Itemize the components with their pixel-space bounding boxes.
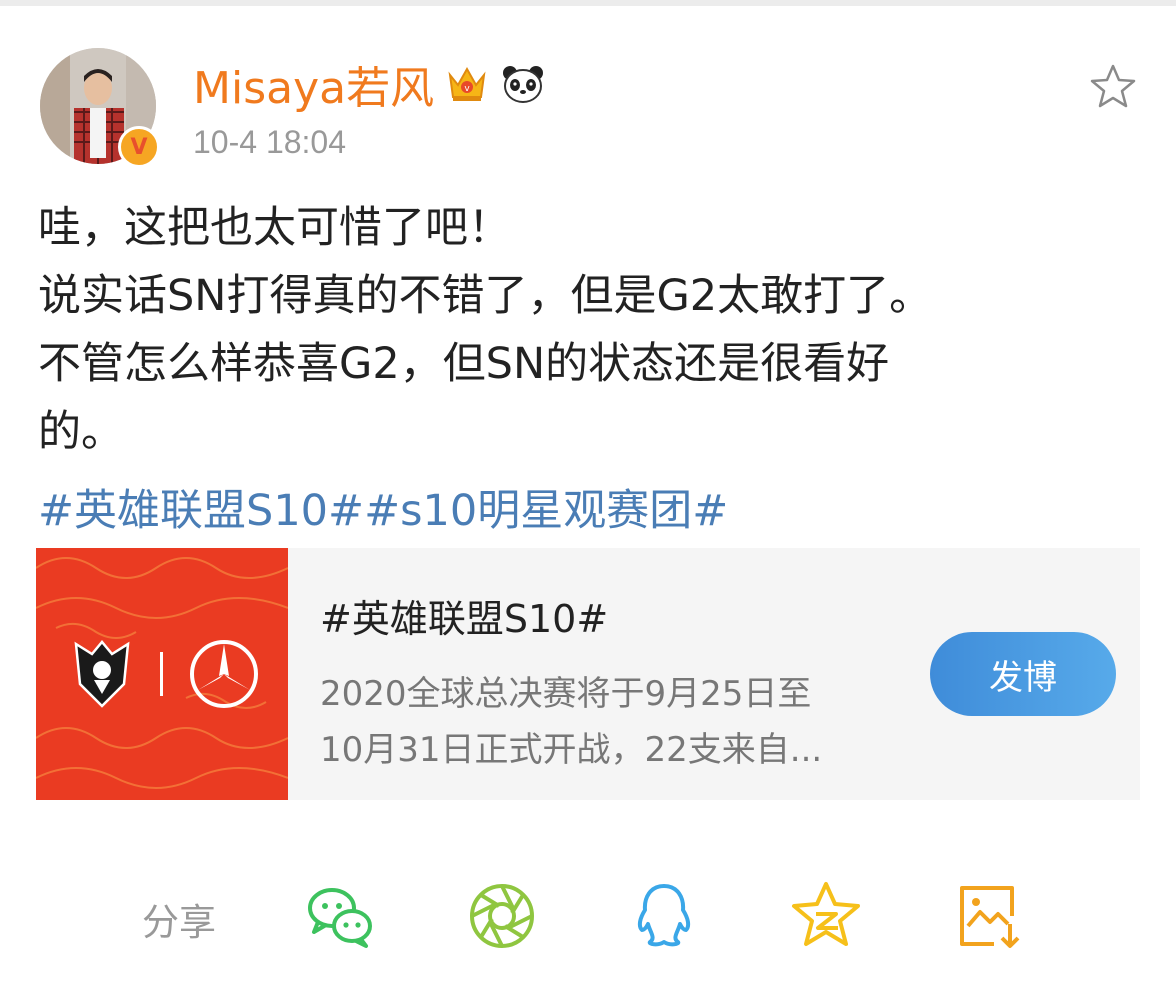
post-line: 不管怎么样恭喜G2，但SN的状态还是很看好	[38, 339, 890, 389]
moments-icon[interactable]	[466, 880, 538, 952]
save-image-icon[interactable]	[954, 880, 1026, 952]
topic-thumbnail	[36, 548, 288, 800]
topic-description: 2020全球总决赛将于9月25日至 10月31日正式开战，22支来自...	[320, 666, 900, 778]
panda-icon[interactable]	[500, 61, 546, 107]
topic-thumbnail-art	[36, 548, 288, 800]
topic-title: #英雄联盟S10#	[320, 597, 609, 641]
topic-description-line: 10月31日正式开战，22支来自...	[320, 730, 823, 770]
hashtag-link[interactable]: #英雄联盟S10#	[38, 486, 364, 536]
hashtag-link[interactable]: #s10明星观赛团#	[364, 486, 728, 536]
status-strip	[0, 0, 1176, 6]
wechat-icon[interactable]	[304, 880, 376, 952]
verified-badge-label: V	[130, 134, 148, 160]
post-button[interactable]: 发博	[930, 632, 1116, 716]
qq-icon[interactable]	[628, 880, 700, 952]
user-row: Misaya若风 v	[193, 56, 546, 114]
qzone-icon[interactable]	[790, 880, 862, 952]
post-line: 哇，这把也太可惜了吧！	[38, 203, 511, 253]
post-line: 说实话SN打得真的不错了，但是G2太敢打了。	[38, 271, 933, 321]
post-line: 的。	[38, 407, 124, 457]
share-label: 分享	[142, 901, 216, 944]
post-timestamp: 10-4 18:04	[193, 124, 347, 160]
svg-text:v: v	[464, 84, 470, 94]
crown-icon[interactable]: v	[444, 61, 490, 107]
username[interactable]: Misaya若风	[193, 52, 434, 116]
topic-description-line: 2020全球总决赛将于9月25日至	[320, 674, 812, 714]
post-body: 哇，这把也太可惜了吧！ 说实话SN打得真的不错了，但是G2太敢打了。 不管怎么样…	[38, 194, 1138, 466]
verified-badge: V	[118, 126, 160, 168]
hashtag-row: #英雄联盟S10##s10明星观赛团#	[38, 477, 728, 545]
star-outline-icon[interactable]	[1088, 62, 1138, 112]
logo-divider	[160, 652, 163, 696]
topic-card[interactable]: #英雄联盟S10# 2020全球总决赛将于9月25日至 10月31日正式开战，2…	[36, 548, 1140, 800]
